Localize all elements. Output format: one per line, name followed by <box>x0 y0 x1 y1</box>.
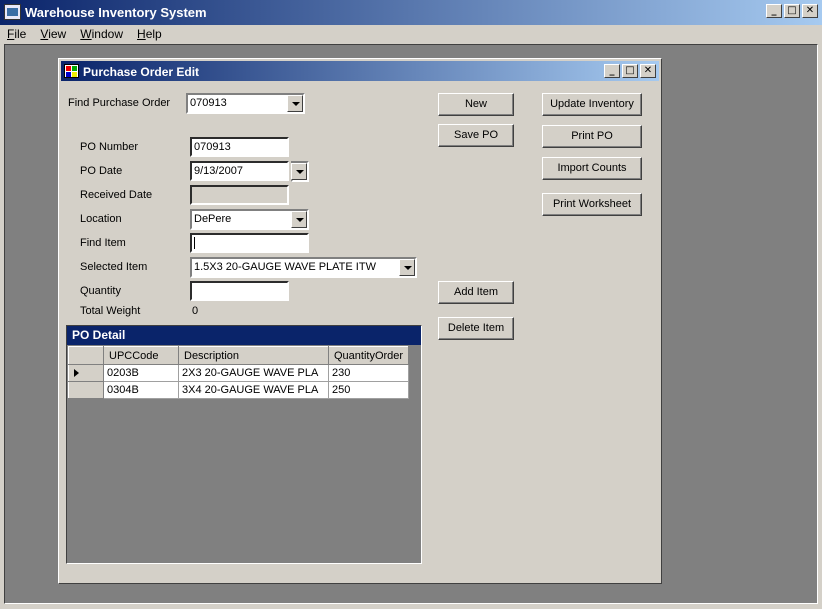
row-header[interactable] <box>68 364 104 382</box>
quantity-field[interactable] <box>190 281 289 301</box>
received-date-label: Received Date <box>80 189 153 201</box>
selected-item-label: Selected Item <box>80 261 148 273</box>
po-date-field[interactable]: 9/13/2007 <box>190 161 289 181</box>
menu-help[interactable]: Help <box>133 25 166 43</box>
chevron-down-icon[interactable] <box>399 259 415 276</box>
chevron-down-icon[interactable] <box>291 211 307 228</box>
child-title: Purchase Order Edit <box>83 65 200 79</box>
add-item-button[interactable]: Add Item <box>438 281 514 304</box>
total-weight-value: 0 <box>192 305 199 317</box>
maximize-icon[interactable]: □ <box>784 4 800 18</box>
po-detail-table[interactable]: UPCCode Description QuantityOrder 0203B … <box>68 346 410 399</box>
column-header-upccode[interactable]: UPCCode <box>103 346 179 365</box>
import-counts-button[interactable]: Import Counts <box>542 157 642 180</box>
child-title-bar: Purchase Order Edit _ □ ✕ <box>61 61 659 81</box>
table-row[interactable]: 0304B 3X4 20-GAUGE WAVE PLA 250 <box>68 381 410 399</box>
quantity-label: Quantity <box>80 285 121 297</box>
print-worksheet-button[interactable]: Print Worksheet <box>542 193 642 216</box>
po-detail-grid[interactable]: PO Detail UPCCode Description QuantityOr… <box>66 325 422 564</box>
app-icon <box>4 4 21 20</box>
po-number-label: PO Number <box>80 141 139 153</box>
column-header-quantityorder[interactable]: QuantityOrder <box>327 346 410 365</box>
chevron-down-icon[interactable] <box>291 163 307 180</box>
location-combo[interactable]: DePere <box>190 209 309 230</box>
app-title: Warehouse Inventory System <box>25 5 207 20</box>
minimize-icon[interactable]: _ <box>604 64 620 78</box>
table-cell[interactable]: 0203B <box>103 364 179 382</box>
save-po-button[interactable]: Save PO <box>438 124 514 147</box>
chevron-down-icon[interactable] <box>287 95 303 112</box>
find-item-label: Find Item <box>80 237 126 249</box>
form-icon <box>64 64 79 78</box>
table-cell[interactable]: 2X3 20-GAUGE WAVE PLA <box>178 364 329 382</box>
find-po-combo[interactable]: 070913 <box>186 93 305 114</box>
table-cell[interactable]: 3X4 20-GAUGE WAVE PLA <box>178 381 329 399</box>
po-detail-caption: PO Detail <box>67 326 421 345</box>
minimize-icon[interactable]: _ <box>766 4 782 18</box>
find-po-label: Find Purchase Order <box>68 97 171 109</box>
close-icon[interactable]: ✕ <box>640 64 656 78</box>
close-icon[interactable]: ✕ <box>802 4 818 18</box>
print-po-button[interactable]: Print PO <box>542 125 642 148</box>
selected-item-value: 1.5X3 20-GAUGE WAVE PLATE ITW <box>194 261 376 273</box>
find-po-value: 070913 <box>190 97 227 109</box>
po-date-picker-button[interactable] <box>291 161 309 182</box>
app-title-bar: Warehouse Inventory System _ □ ✕ <box>0 0 822 25</box>
new-button[interactable]: New <box>438 93 514 116</box>
menu-window[interactable]: Window <box>76 25 127 43</box>
table-cell[interactable]: 230 <box>327 364 410 382</box>
menu-view[interactable]: View <box>36 25 70 43</box>
update-inventory-button[interactable]: Update Inventory <box>542 93 642 116</box>
selected-item-combo[interactable]: 1.5X3 20-GAUGE WAVE PLATE ITW <box>190 257 417 278</box>
find-item-field[interactable] <box>190 233 309 253</box>
received-date-field[interactable] <box>190 185 289 205</box>
table-row[interactable]: 0203B 2X3 20-GAUGE WAVE PLA 230 <box>68 364 410 382</box>
total-weight-label: Total Weight <box>80 305 141 317</box>
text-cursor <box>194 237 195 250</box>
po-date-label: PO Date <box>80 165 123 177</box>
table-header-row: UPCCode Description QuantityOrder <box>68 346 410 365</box>
maximize-icon[interactable]: □ <box>622 64 638 78</box>
delete-item-button[interactable]: Delete Item <box>438 317 514 340</box>
location-label: Location <box>80 213 122 225</box>
table-cell[interactable]: 0304B <box>103 381 179 399</box>
column-header-description[interactable]: Description <box>178 346 329 365</box>
row-pointer-icon <box>74 369 79 377</box>
location-value: DePere <box>194 213 232 225</box>
menu-file[interactable]: File <box>3 25 30 43</box>
row-header-corner <box>68 346 104 365</box>
po-number-field[interactable]: 070913 <box>190 137 289 157</box>
menu-bar: File View Window Help <box>0 25 822 44</box>
row-header[interactable] <box>68 381 104 399</box>
table-cell[interactable]: 250 <box>327 381 410 399</box>
